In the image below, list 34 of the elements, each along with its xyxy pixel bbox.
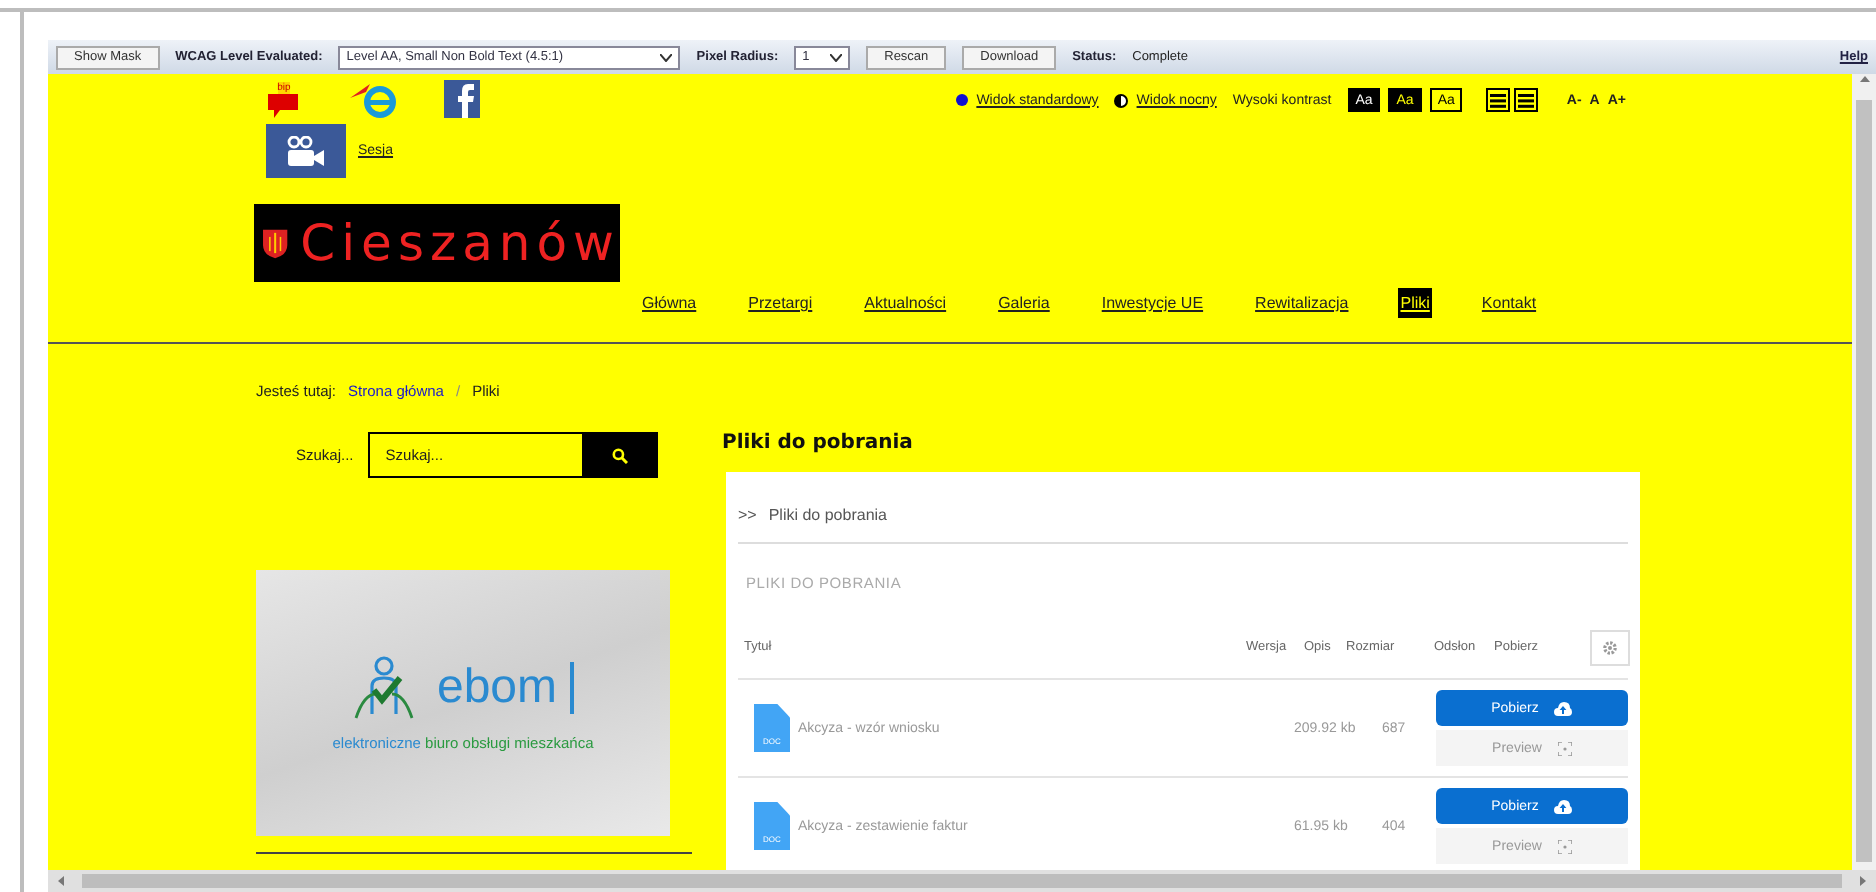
nav-link[interactable]: Kontakt [1479,288,1539,318]
fullscreen-icon [1557,839,1572,853]
crumb-marker: >> [738,506,757,524]
dot-icon [956,94,969,106]
facebook-icon[interactable] [444,80,480,118]
nav-link[interactable]: Przetargi [746,288,815,318]
line-spacing-button[interactable] [1486,88,1511,112]
video-camera-icon[interactable] [266,124,346,178]
search-button[interactable] [583,432,658,478]
gear-icon [1602,639,1618,655]
nav-link[interactable]: Inwestycje UE [1099,288,1206,318]
caret-icon [660,53,673,61]
cloud-upload-icon [1554,701,1573,715]
nav-link[interactable]: Główna [640,288,699,318]
cloud-upload-icon [1554,799,1573,813]
scroll-arrow-icon[interactable] [56,876,66,886]
settings-button[interactable] [1590,629,1630,665]
e-logo-icon[interactable] [346,81,400,117]
half-circle-icon [1114,93,1129,107]
vertical-scrollbar[interactable] [1852,74,1876,870]
scroll-arrow-icon[interactable] [1858,876,1868,886]
site-logo[interactable]: Cieszanów [254,204,620,282]
fullscreen-icon [1557,741,1572,755]
caret-icon [830,53,843,61]
horizontal-scrollbar[interactable] [48,870,1876,892]
nav-link[interactable]: Pliki [1398,288,1432,318]
files-crumb: Pliki do pobrania [768,506,887,524]
line-spacing-button[interactable] [1514,88,1539,112]
nav-link[interactable]: Aktualności [862,288,949,318]
search-icon [612,447,629,463]
nav-link[interactable]: Galeria [996,288,1052,318]
files-heading: Pliki do pobrania [722,432,915,454]
scroll-arrow-icon[interactable] [1859,74,1869,84]
nav-link[interactable]: Rewitalizacja [1253,288,1351,318]
